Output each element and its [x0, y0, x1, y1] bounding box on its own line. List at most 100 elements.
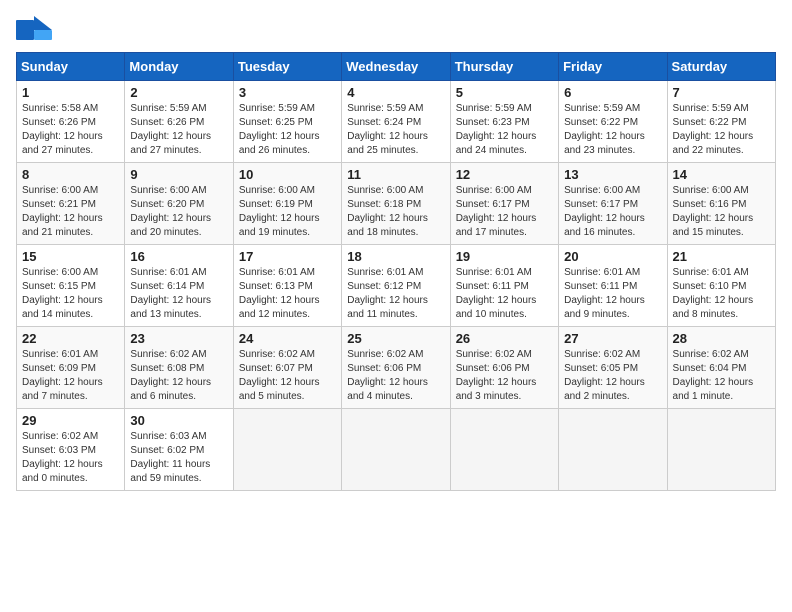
- day-info: Sunrise: 6:01 AMSunset: 6:11 PMDaylight:…: [456, 267, 537, 320]
- calendar-cell: 1 Sunrise: 5:58 AMSunset: 6:26 PMDayligh…: [17, 81, 125, 163]
- day-info: Sunrise: 6:01 AMSunset: 6:09 PMDaylight:…: [22, 349, 103, 402]
- day-number: 22: [22, 331, 119, 346]
- day-info: Sunrise: 6:00 AMSunset: 6:17 PMDaylight:…: [564, 185, 645, 238]
- day-number: 19: [456, 249, 553, 264]
- day-info: Sunrise: 6:00 AMSunset: 6:17 PMDaylight:…: [456, 185, 537, 238]
- day-info: Sunrise: 6:02 AMSunset: 6:05 PMDaylight:…: [564, 349, 645, 402]
- calendar-cell: 5 Sunrise: 5:59 AMSunset: 6:23 PMDayligh…: [450, 81, 558, 163]
- day-info: Sunrise: 6:00 AMSunset: 6:21 PMDaylight:…: [22, 185, 103, 238]
- day-info: Sunrise: 5:59 AMSunset: 6:25 PMDaylight:…: [239, 103, 320, 156]
- day-info: Sunrise: 6:01 AMSunset: 6:14 PMDaylight:…: [130, 267, 211, 320]
- calendar-table: SundayMondayTuesdayWednesdayThursdayFrid…: [16, 52, 776, 491]
- calendar-cell: [667, 409, 775, 491]
- day-number: 21: [673, 249, 770, 264]
- calendar-cell: 23 Sunrise: 6:02 AMSunset: 6:08 PMDaylig…: [125, 327, 233, 409]
- weekday-header-saturday: Saturday: [667, 53, 775, 81]
- calendar-week-row: 29 Sunrise: 6:02 AMSunset: 6:03 PMDaylig…: [17, 409, 776, 491]
- calendar-cell: 15 Sunrise: 6:00 AMSunset: 6:15 PMDaylig…: [17, 245, 125, 327]
- day-number: 24: [239, 331, 336, 346]
- calendar-cell: 11 Sunrise: 6:00 AMSunset: 6:18 PMDaylig…: [342, 163, 450, 245]
- day-info: Sunrise: 6:02 AMSunset: 6:03 PMDaylight:…: [22, 431, 103, 484]
- calendar-cell: 9 Sunrise: 6:00 AMSunset: 6:20 PMDayligh…: [125, 163, 233, 245]
- calendar-cell: 7 Sunrise: 5:59 AMSunset: 6:22 PMDayligh…: [667, 81, 775, 163]
- day-info: Sunrise: 6:02 AMSunset: 6:06 PMDaylight:…: [456, 349, 537, 402]
- calendar-cell: 4 Sunrise: 5:59 AMSunset: 6:24 PMDayligh…: [342, 81, 450, 163]
- weekday-header-tuesday: Tuesday: [233, 53, 341, 81]
- calendar-cell: 2 Sunrise: 5:59 AMSunset: 6:26 PMDayligh…: [125, 81, 233, 163]
- page-header: [16, 16, 776, 44]
- day-info: Sunrise: 6:03 AMSunset: 6:02 PMDaylight:…: [130, 431, 210, 484]
- day-number: 3: [239, 85, 336, 100]
- weekday-header-thursday: Thursday: [450, 53, 558, 81]
- calendar-cell: 19 Sunrise: 6:01 AMSunset: 6:11 PMDaylig…: [450, 245, 558, 327]
- logo: [16, 16, 56, 44]
- weekday-header-friday: Friday: [559, 53, 667, 81]
- calendar-week-row: 22 Sunrise: 6:01 AMSunset: 6:09 PMDaylig…: [17, 327, 776, 409]
- calendar-cell: [342, 409, 450, 491]
- calendar-cell: 12 Sunrise: 6:00 AMSunset: 6:17 PMDaylig…: [450, 163, 558, 245]
- day-info: Sunrise: 6:02 AMSunset: 6:04 PMDaylight:…: [673, 349, 754, 402]
- day-info: Sunrise: 6:01 AMSunset: 6:13 PMDaylight:…: [239, 267, 320, 320]
- calendar-week-row: 8 Sunrise: 6:00 AMSunset: 6:21 PMDayligh…: [17, 163, 776, 245]
- calendar-cell: 16 Sunrise: 6:01 AMSunset: 6:14 PMDaylig…: [125, 245, 233, 327]
- day-info: Sunrise: 5:58 AMSunset: 6:26 PMDaylight:…: [22, 103, 103, 156]
- calendar-cell: 10 Sunrise: 6:00 AMSunset: 6:19 PMDaylig…: [233, 163, 341, 245]
- day-number: 2: [130, 85, 227, 100]
- calendar-cell: 30 Sunrise: 6:03 AMSunset: 6:02 PMDaylig…: [125, 409, 233, 491]
- weekday-header-monday: Monday: [125, 53, 233, 81]
- calendar-cell: 22 Sunrise: 6:01 AMSunset: 6:09 PMDaylig…: [17, 327, 125, 409]
- day-info: Sunrise: 5:59 AMSunset: 6:22 PMDaylight:…: [564, 103, 645, 156]
- calendar-cell: 24 Sunrise: 6:02 AMSunset: 6:07 PMDaylig…: [233, 327, 341, 409]
- calendar-cell: 8 Sunrise: 6:00 AMSunset: 6:21 PMDayligh…: [17, 163, 125, 245]
- day-info: Sunrise: 6:02 AMSunset: 6:07 PMDaylight:…: [239, 349, 320, 402]
- day-number: 1: [22, 85, 119, 100]
- day-number: 6: [564, 85, 661, 100]
- day-number: 7: [673, 85, 770, 100]
- day-info: Sunrise: 5:59 AMSunset: 6:22 PMDaylight:…: [673, 103, 754, 156]
- day-number: 30: [130, 413, 227, 428]
- day-info: Sunrise: 6:01 AMSunset: 6:12 PMDaylight:…: [347, 267, 428, 320]
- weekday-header-sunday: Sunday: [17, 53, 125, 81]
- day-number: 28: [673, 331, 770, 346]
- day-number: 27: [564, 331, 661, 346]
- day-number: 23: [130, 331, 227, 346]
- day-number: 15: [22, 249, 119, 264]
- weekday-header-row: SundayMondayTuesdayWednesdayThursdayFrid…: [17, 53, 776, 81]
- day-info: Sunrise: 6:01 AMSunset: 6:10 PMDaylight:…: [673, 267, 754, 320]
- day-info: Sunrise: 5:59 AMSunset: 6:26 PMDaylight:…: [130, 103, 211, 156]
- calendar-cell: 14 Sunrise: 6:00 AMSunset: 6:16 PMDaylig…: [667, 163, 775, 245]
- day-number: 9: [130, 167, 227, 182]
- day-info: Sunrise: 5:59 AMSunset: 6:23 PMDaylight:…: [456, 103, 537, 156]
- day-number: 13: [564, 167, 661, 182]
- day-number: 4: [347, 85, 444, 100]
- calendar-week-row: 1 Sunrise: 5:58 AMSunset: 6:26 PMDayligh…: [17, 81, 776, 163]
- calendar-cell: 13 Sunrise: 6:00 AMSunset: 6:17 PMDaylig…: [559, 163, 667, 245]
- calendar-cell: [233, 409, 341, 491]
- day-number: 26: [456, 331, 553, 346]
- day-number: 11: [347, 167, 444, 182]
- day-number: 25: [347, 331, 444, 346]
- day-number: 29: [22, 413, 119, 428]
- calendar-cell: 27 Sunrise: 6:02 AMSunset: 6:05 PMDaylig…: [559, 327, 667, 409]
- day-number: 5: [456, 85, 553, 100]
- calendar-cell: 17 Sunrise: 6:01 AMSunset: 6:13 PMDaylig…: [233, 245, 341, 327]
- calendar-cell: 21 Sunrise: 6:01 AMSunset: 6:10 PMDaylig…: [667, 245, 775, 327]
- day-number: 20: [564, 249, 661, 264]
- weekday-header-wednesday: Wednesday: [342, 53, 450, 81]
- day-info: Sunrise: 6:02 AMSunset: 6:06 PMDaylight:…: [347, 349, 428, 402]
- day-number: 18: [347, 249, 444, 264]
- calendar-cell: 20 Sunrise: 6:01 AMSunset: 6:11 PMDaylig…: [559, 245, 667, 327]
- calendar-cell: 28 Sunrise: 6:02 AMSunset: 6:04 PMDaylig…: [667, 327, 775, 409]
- day-number: 14: [673, 167, 770, 182]
- day-number: 10: [239, 167, 336, 182]
- calendar-cell: [559, 409, 667, 491]
- day-number: 12: [456, 167, 553, 182]
- logo-icon: [16, 16, 52, 44]
- day-info: Sunrise: 5:59 AMSunset: 6:24 PMDaylight:…: [347, 103, 428, 156]
- calendar-cell: 6 Sunrise: 5:59 AMSunset: 6:22 PMDayligh…: [559, 81, 667, 163]
- calendar-cell: 29 Sunrise: 6:02 AMSunset: 6:03 PMDaylig…: [17, 409, 125, 491]
- calendar-week-row: 15 Sunrise: 6:00 AMSunset: 6:15 PMDaylig…: [17, 245, 776, 327]
- calendar-cell: 26 Sunrise: 6:02 AMSunset: 6:06 PMDaylig…: [450, 327, 558, 409]
- day-info: Sunrise: 6:00 AMSunset: 6:20 PMDaylight:…: [130, 185, 211, 238]
- day-info: Sunrise: 6:00 AMSunset: 6:16 PMDaylight:…: [673, 185, 754, 238]
